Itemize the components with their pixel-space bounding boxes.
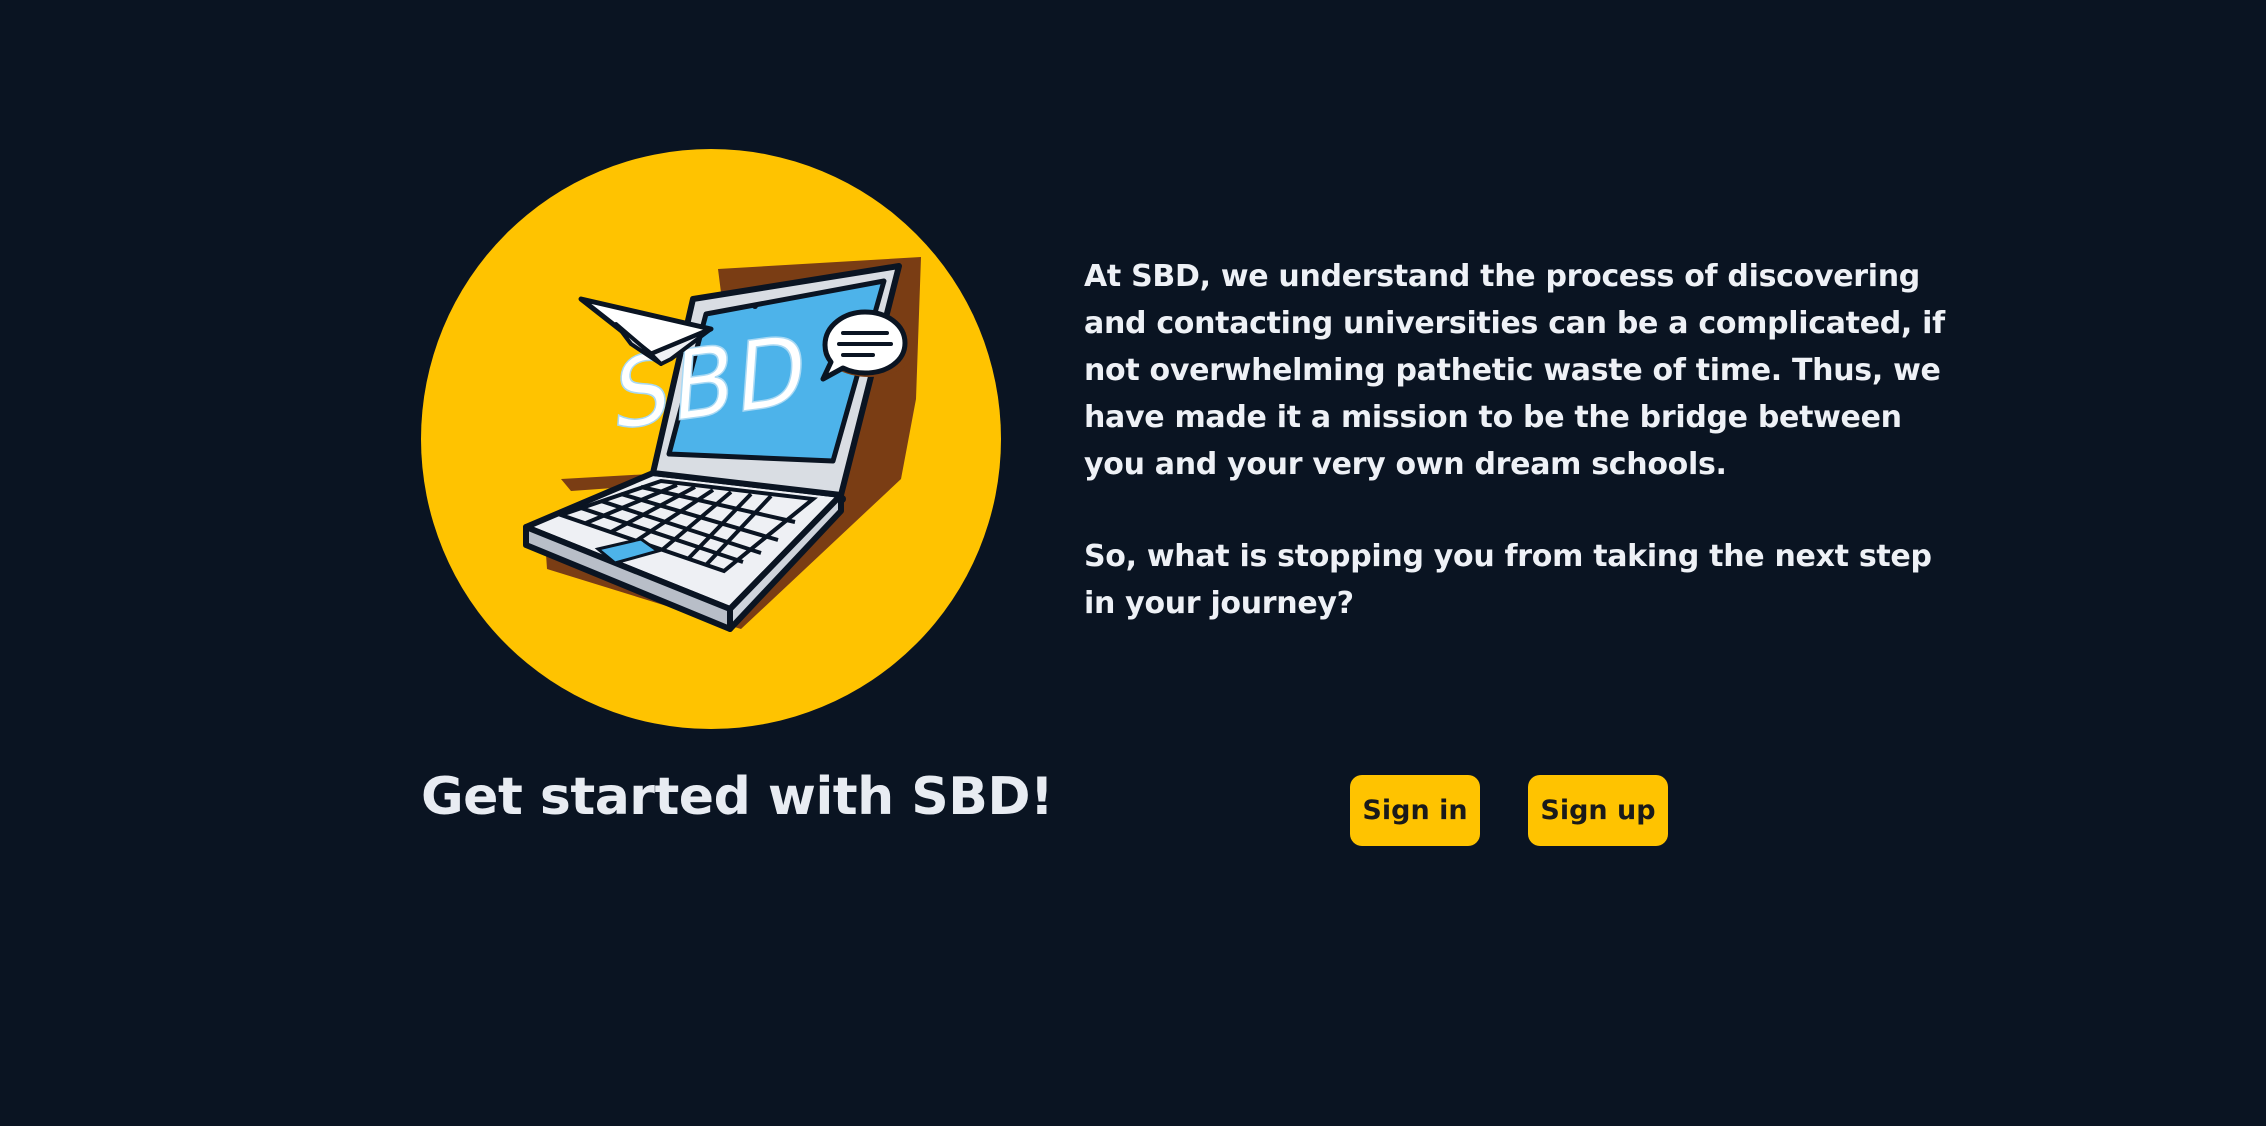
sign-in-button[interactable]: Sign in: [1350, 775, 1480, 846]
call-to-action-text: So, what is stopping you from taking the…: [1084, 539, 1932, 621]
hero-illustration: SBD: [421, 149, 1001, 729]
intro-paragraph: At SBD, we understand the process of dis…: [1084, 259, 1945, 482]
landing-page: SBD Get started with SBD! At SBD, we und…: [0, 0, 2266, 1126]
page-title: Get started with SBD!: [421, 767, 1054, 827]
sign-up-button[interactable]: Sign up: [1528, 775, 1668, 846]
